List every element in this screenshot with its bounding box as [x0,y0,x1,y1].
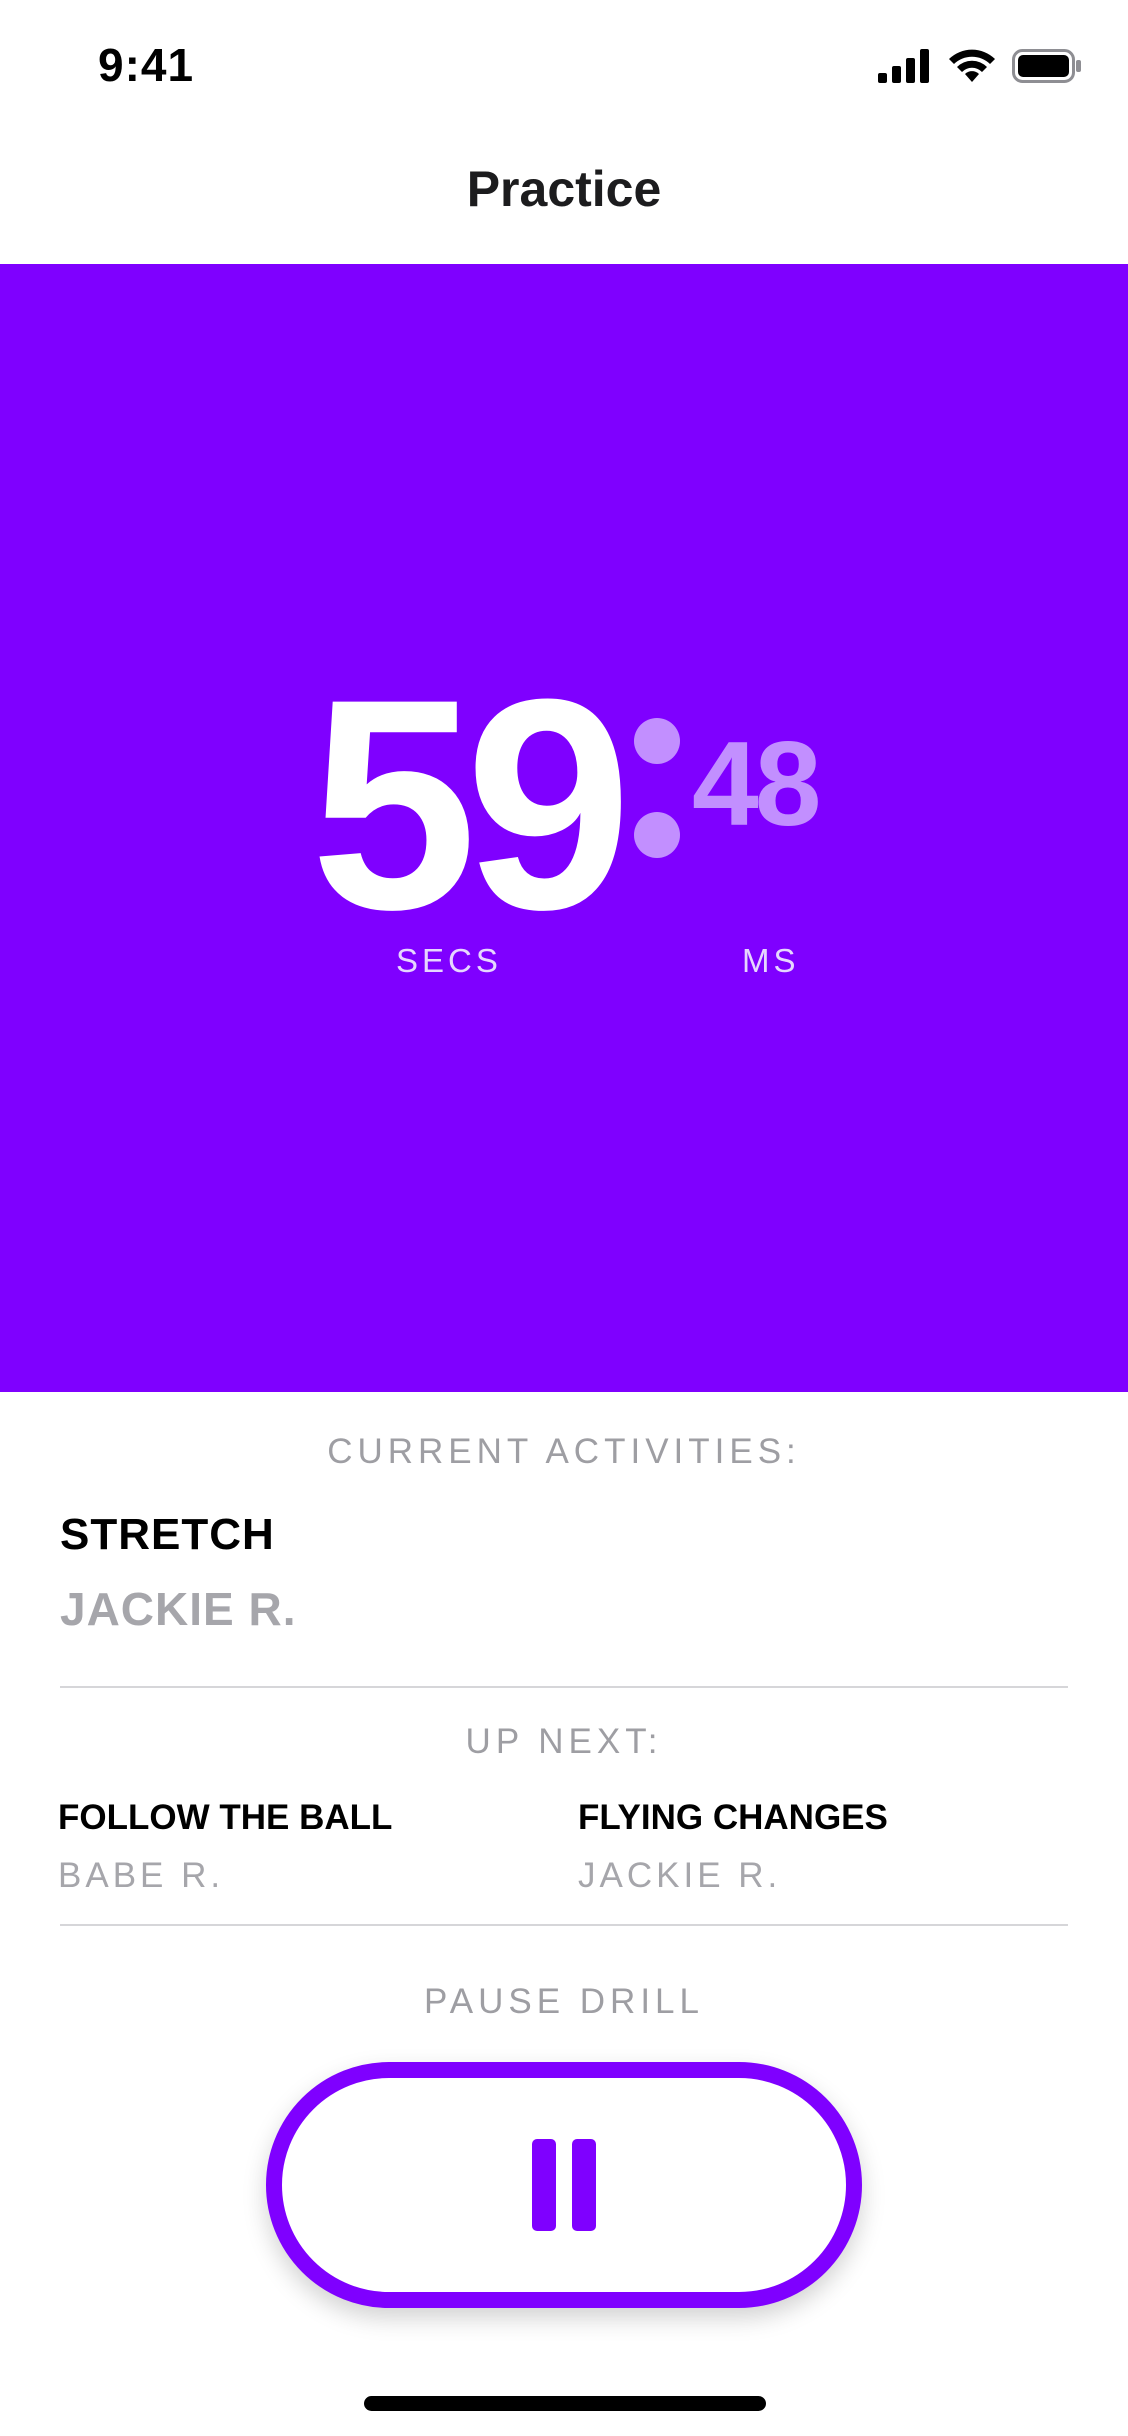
divider [60,1924,1068,1926]
up-next-item-title: FLYING CHANGES [578,1798,888,1837]
navigation-bar: Practice [0,130,1128,264]
up-next-item[interactable]: FOLLOW THE BALL BABE R. [58,1798,392,1896]
up-next-item-person: BABE R. [58,1856,225,1895]
up-next-item-title: FOLLOW THE BALL [58,1798,393,1837]
current-activities-heading: CURRENT ACTIVITIES: [327,1432,801,1471]
current-activity-person: JACKIE R. [60,1583,297,1635]
seconds-label: SECS [396,942,502,979]
status-time: 9:41 [98,39,195,91]
current-activity-title: STRETCH [60,1510,275,1559]
up-next-item[interactable]: FLYING CHANGES JACKIE R. [578,1798,888,1896]
status-bar: 9:41 [0,0,1128,130]
home-indicator[interactable] [364,2396,766,2411]
pause-drill-button[interactable] [266,2062,862,2308]
milliseconds-label: MS [742,942,800,979]
pause-bar-left [532,2139,556,2231]
timer-seconds: 59 [310,636,632,972]
pause-icon [532,2139,596,2231]
cellular-signal-icon [878,49,932,88]
timer-colon [634,718,680,858]
page-title: Practice [466,161,662,217]
pause-drill-label: PAUSE DRILL [424,1982,704,2021]
current-activity: STRETCH JACKIE R. [60,1510,296,1636]
pause-bar-right [572,2139,596,2231]
timer-panel: 59 48 SECS MS [0,264,1128,1392]
wifi-icon [948,48,996,89]
divider [60,1686,1068,1688]
colon-top-dot [634,718,680,764]
battery-icon [1012,49,1082,88]
up-next-heading: UP NEXT: [465,1722,663,1761]
status-icons [878,48,1082,89]
colon-bottom-dot [634,812,680,858]
up-next-item-person: JACKIE R. [578,1856,782,1895]
timer-milliseconds: 48 [692,717,821,851]
